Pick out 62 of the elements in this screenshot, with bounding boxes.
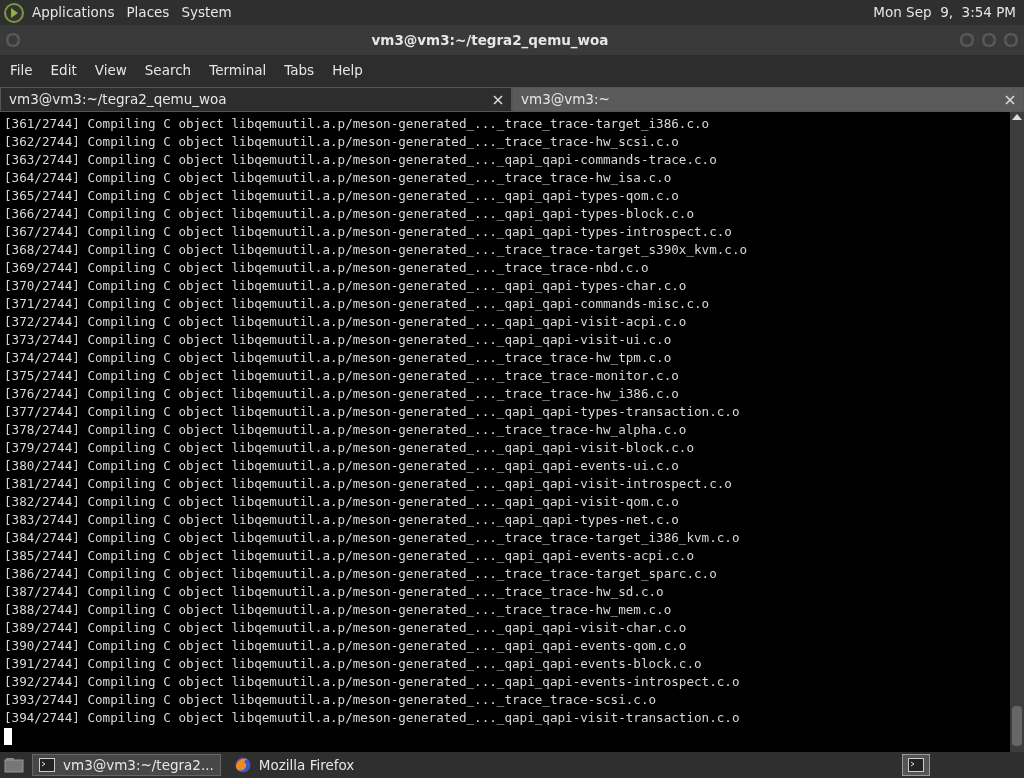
output-line: [387/2744] Compiling C object libqemuutil.a.p/meson-generated_..._trace_trace-hw_sd.c.o xyxy=(4,583,664,601)
output-line: [362/2744] Compiling C object libqemuutil.a.p/meson-generated_..._trace_trace-hw_scsi.c.o xyxy=(4,133,679,151)
output-line: [380/2744] Compiling C object libqemuutil.a.p/meson-generated_..._qapi_qapi-events-ui.c.o xyxy=(4,457,679,475)
output-line: [372/2744] Compiling C object libqemuutil.a.p/meson-generated_..._qapi_qapi-visit-acpi.c.o xyxy=(4,313,687,331)
output-line: [367/2744] Compiling C object libqemuutil.a.p/meson-generated_..._qapi_qapi-types-introspect.c.o xyxy=(4,223,732,241)
terminal-tab[interactable]: vm3@vm3:~ xyxy=(512,87,1024,112)
output-line: [392/2744] Compiling C object libqemuutil.a.p/meson-generated_..._qapi_qapi-events-introspect.c.o xyxy=(4,673,740,691)
globe-icon xyxy=(234,757,251,773)
output-line: [385/2744] Compiling C object libqemuutil.a.p/meson-generated_..._qapi_qapi-events-acpi.c.o xyxy=(4,547,694,565)
output-line: [384/2744] Compiling C object libqemuutil.a.p/meson-generated_..._trace_trace-target_i386_kvm.c.o xyxy=(4,529,740,547)
output-line: [393/2744] Compiling C object libqemuutil.a.p/meson-generated_..._trace_trace-scsi.c.o xyxy=(4,691,657,709)
output-line: [364/2744] Compiling C object libqemuutil.a.p/meson-generated_..._trace_trace-hw_isa.c.o xyxy=(4,169,672,187)
menu-item[interactable]: View xyxy=(94,59,127,81)
output-line: [374/2744] Compiling C object libqemuutil.a.p/meson-generated_..._trace_trace-hw_tpm.c.o xyxy=(4,349,672,367)
output-line: [375/2744] Compiling C object libqemuutil.a.p/meson-generated_..._trace_trace-monitor.c.o xyxy=(4,367,679,385)
menu-item[interactable]: Help xyxy=(332,59,363,81)
taskbar-button[interactable]: Mozilla Firefox xyxy=(228,754,361,776)
output-line: [366/2744] Compiling C object libqemuutil.a.p/meson-generated_..._qapi_qapi-types-block.c.o xyxy=(4,205,694,223)
scroll-up-icon[interactable] xyxy=(1012,114,1022,120)
output-line: [361/2744] Compiling C object libqemuutil.a.p/meson-generated_..._trace_trace-target_i386.c.o xyxy=(4,115,710,133)
output-line: [368/2744] Compiling C object libqemuutil.a.p/meson-generated_..._trace_trace-target_s390x_kvm.c.o xyxy=(4,241,748,259)
workspace-switcher[interactable] xyxy=(902,754,930,776)
menu-item[interactable]: Tabs xyxy=(284,59,315,81)
panel-menu[interactable]: Applications xyxy=(32,2,115,23)
close-icon[interactable] xyxy=(493,94,503,105)
menu-item[interactable]: Search xyxy=(144,59,192,81)
output-line: [365/2744] Compiling C object libqemuutil.a.p/meson-generated_..._qapi_qapi-types-qom.c.o xyxy=(4,187,679,205)
menu-item[interactable]: Edit xyxy=(50,59,77,81)
output-line: [381/2744] Compiling C object libqemuutil.a.p/meson-generated_..._qapi_qapi-visit-introspect.c.o xyxy=(4,475,732,493)
desktop-icon[interactable] xyxy=(4,757,24,773)
output-line: [370/2744] Compiling C object libqemuutil.a.p/meson-generated_..._qapi_qapi-types-char.c.o xyxy=(4,277,687,295)
output-line: [382/2744] Compiling C object libqemuutil.a.p/meson-generated_..._qapi_qapi-visit-qom.c.o xyxy=(4,493,679,511)
output-line: [391/2744] Compiling C object libqemuutil.a.p/meson-generated_..._qapi_qapi-events-block.c.o xyxy=(4,655,702,673)
scrollbar[interactable] xyxy=(1010,112,1024,752)
output-line: [389/2744] Compiling C object libqemuutil.a.p/meson-generated_..._qapi_qapi-visit-char.c.o xyxy=(4,619,687,637)
output-line: [383/2744] Compiling C object libqemuutil.a.p/meson-generated_..._qapi_qapi-types-net.c.o xyxy=(4,511,679,529)
panel-menu[interactable]: System xyxy=(181,2,232,23)
workspace-window-icon xyxy=(908,758,924,772)
terminal-tab[interactable]: vm3@vm3:~/tegra2_qemu_woa xyxy=(0,87,512,112)
output-line: [378/2744] Compiling C object libqemuutil.a.p/meson-generated_..._trace_trace-hw_alpha.c.o xyxy=(4,421,687,439)
terminal-icon xyxy=(39,758,55,772)
output-line: [363/2744] Compiling C object libqemuutil.a.p/meson-generated_..._qapi_qapi-commands-trace.c.o xyxy=(4,151,717,169)
panel-menu[interactable]: Places xyxy=(126,2,170,23)
menu-item[interactable]: Terminal xyxy=(209,59,267,81)
clock[interactable]: Mon Sep 9, 3:54 PM xyxy=(873,2,1016,23)
window-title: vm3@vm3:~/tegra2_qemu_woa xyxy=(370,30,610,51)
scroll-thumb[interactable] xyxy=(1012,706,1022,746)
text-cursor xyxy=(4,728,12,745)
output-line: [377/2744] Compiling C object libqemuutil.a.p/meson-generated_..._qapi_qapi-types-transaction.c.o xyxy=(4,403,740,421)
taskbar-button[interactable]: vm3@vm3:~/tegra2... xyxy=(32,754,221,776)
output-line: [386/2744] Compiling C object libqemuutil.a.p/meson-generated_..._trace_trace-target_sparc.c.o xyxy=(4,565,717,583)
output-line: [388/2744] Compiling C object libqemuutil.a.p/meson-generated_..._trace_trace-hw_mem.c.o xyxy=(4,601,672,619)
output-line: [390/2744] Compiling C object libqemuutil.a.p/meson-generated_..._qapi_qapi-events-qom.c.o xyxy=(4,637,687,655)
output-line: [394/2744] Compiling C object libqemuutil.a.p/meson-generated_..._qapi_qapi-visit-transaction.c.o xyxy=(4,709,740,727)
close-icon[interactable] xyxy=(1005,94,1015,105)
distro-logo-icon[interactable] xyxy=(4,2,24,23)
menu-item[interactable]: File xyxy=(10,59,33,81)
output-line: [371/2744] Compiling C object libqemuutil.a.p/meson-generated_..._qapi_qapi-commands-misc.c.o xyxy=(4,295,710,313)
output-line: [369/2744] Compiling C object libqemuutil.a.p/meson-generated_..._trace_trace-nbd.c.o xyxy=(4,259,649,277)
output-line: [373/2744] Compiling C object libqemuutil.a.p/meson-generated_..._qapi_qapi-visit-ui.c.o xyxy=(4,331,672,349)
output-line: [379/2744] Compiling C object libqemuutil.a.p/meson-generated_..._qapi_qapi-visit-block.c.o xyxy=(4,439,694,457)
output-line: [376/2744] Compiling C object libqemuutil.a.p/meson-generated_..._trace_trace-hw_i386.c.o xyxy=(4,385,679,403)
